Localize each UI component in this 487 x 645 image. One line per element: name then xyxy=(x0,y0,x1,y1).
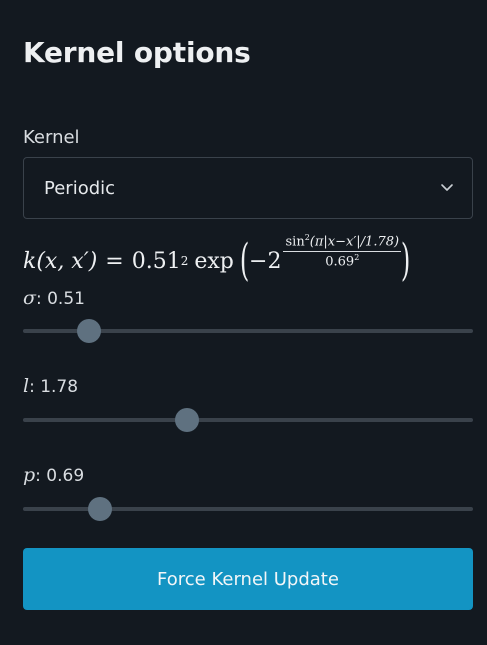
sigma-symbol: σ xyxy=(23,287,36,309)
formula-lhs: k(x, x′) xyxy=(23,248,98,274)
formula-coef-exp: 2 xyxy=(180,254,189,268)
p-slider-thumb[interactable] xyxy=(88,497,113,521)
kernel-select[interactable]: Periodic xyxy=(23,157,473,219)
p-symbol: p xyxy=(23,464,36,486)
formula-equals: = xyxy=(105,248,124,274)
formula-func: exp xyxy=(194,248,234,274)
l-slider-thumb[interactable] xyxy=(174,408,199,432)
panel-title: Kernel options xyxy=(23,36,251,69)
chevron-down-icon xyxy=(441,184,453,191)
force-kernel-update-button[interactable]: Force Kernel Update xyxy=(23,548,473,610)
kernel-label: Kernel xyxy=(23,127,80,148)
sigma-value: : 0.51 xyxy=(35,289,85,309)
kernel-options-panel: Kernel options Kernel Periodic k(x, x′) … xyxy=(0,0,487,645)
formula-close-paren: ) xyxy=(400,235,411,286)
l-slider[interactable] xyxy=(23,405,473,435)
l-label: l: 1.78 xyxy=(23,375,78,397)
formula-neg-coef: −2 xyxy=(249,248,282,274)
sigma-slider-thumb[interactable] xyxy=(77,319,102,343)
p-value: : 0.69 xyxy=(35,466,85,486)
denominator-exp: 2 xyxy=(354,252,360,262)
sigma-label: σ: 0.51 xyxy=(23,287,85,309)
kernel-select-value: Periodic xyxy=(44,177,116,199)
numerator-arg: (π|x−x′|/1.78) xyxy=(309,234,400,250)
l-value: : 1.78 xyxy=(29,377,79,397)
formula-numerator: sin2(π|x−x′|/1.78) xyxy=(283,233,402,252)
kernel-formula: k(x, x′) = 0.51 2 exp ( −2 sin2(π|x−x′|/1… xyxy=(23,233,411,288)
sigma-slider[interactable] xyxy=(23,316,473,346)
formula-coef-base: 0.51 xyxy=(131,248,181,274)
numerator-func: sin xyxy=(285,234,305,250)
p-slider[interactable] xyxy=(23,494,473,524)
l-slider-track[interactable] xyxy=(23,418,473,422)
formula-fraction: sin2(π|x−x′|/1.78) 0.692 xyxy=(283,233,402,269)
formula-open-paren: ( xyxy=(239,235,250,286)
denominator-base: 0.69 xyxy=(325,253,355,269)
p-label: p: 0.69 xyxy=(23,464,84,486)
formula-denominator: 0.692 xyxy=(325,252,359,269)
